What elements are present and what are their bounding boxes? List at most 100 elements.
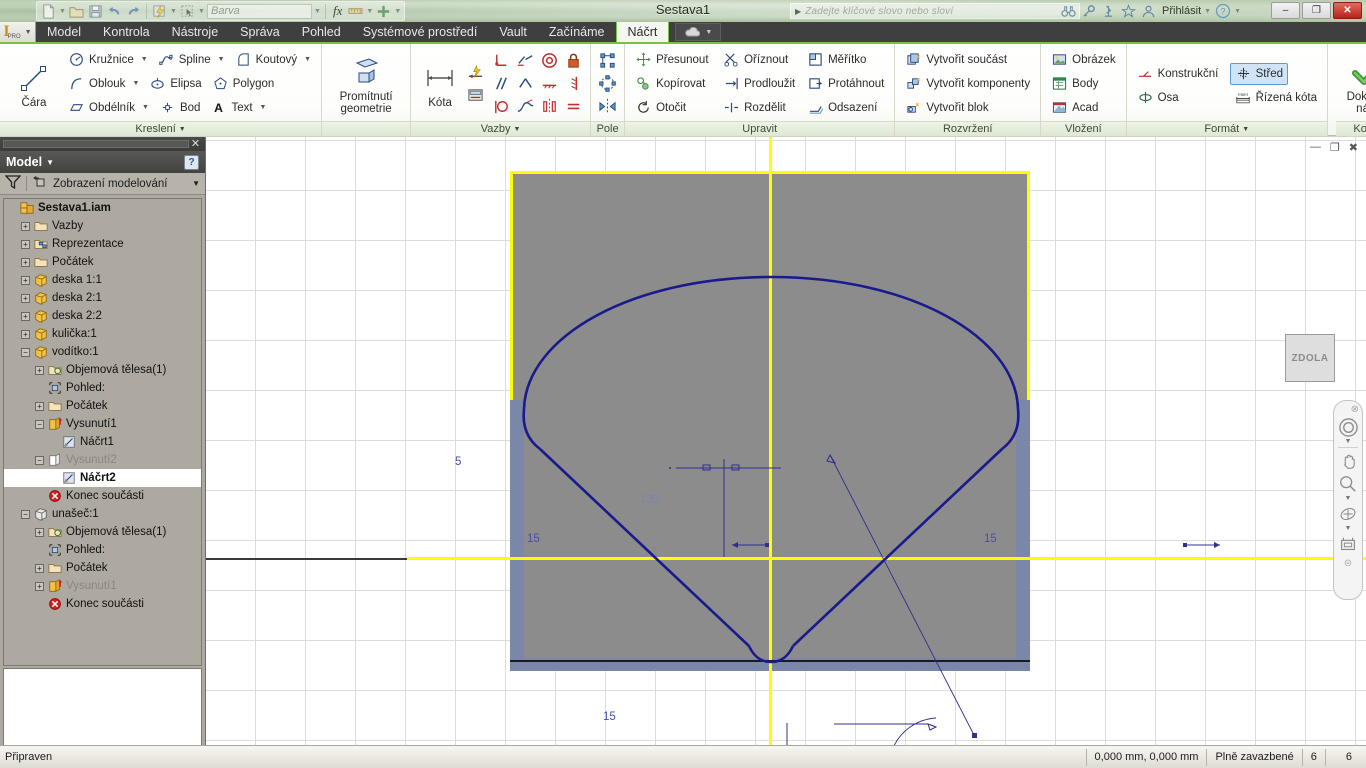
menu-item-spr-va[interactable]: Správa bbox=[229, 22, 291, 42]
look-at-icon[interactable] bbox=[1336, 533, 1360, 555]
stretch-tool-button[interactable]: Protáhnout bbox=[802, 73, 889, 95]
search-expand-icon[interactable]: ▶ bbox=[791, 7, 805, 16]
browser-help-icon[interactable]: ? bbox=[184, 154, 199, 170]
tree-expander[interactable]: + bbox=[21, 239, 30, 249]
split-tool-button[interactable]: Rozdělit bbox=[718, 97, 802, 119]
minimize-button[interactable]: – bbox=[1271, 2, 1300, 19]
account-caret-icon[interactable]: ▼ bbox=[1204, 3, 1211, 20]
user-icon[interactable] bbox=[1140, 3, 1157, 20]
menu-item-kontrola[interactable]: Kontrola bbox=[92, 22, 161, 42]
redo-icon[interactable] bbox=[125, 3, 142, 20]
menu-item-n-rt[interactable]: Náčrt bbox=[615, 22, 670, 42]
tree-item-objemov-t-lesa-1-[interactable]: + Objemová tělesa(1) bbox=[4, 523, 201, 541]
dimension-15-right[interactable]: 15 bbox=[984, 533, 997, 545]
browser-close-icon[interactable]: ✕ bbox=[189, 138, 202, 150]
project-geometry-button[interactable]: Promítnutí geometrie bbox=[327, 48, 405, 120]
extend-tool-button[interactable]: Prodloužit bbox=[718, 73, 802, 95]
tree-expander[interactable]: + bbox=[35, 581, 44, 591]
account-cluster[interactable]: Přihlásit ▼ ? ▼ bbox=[1060, 2, 1241, 20]
update-icon[interactable] bbox=[151, 3, 168, 20]
vertical-icon[interactable] bbox=[562, 73, 585, 95]
tree-item-konec-sou-sti[interactable]: Konec součásti bbox=[4, 487, 201, 505]
quick-access-toolbar[interactable]: ▼ ▼ ▼ Barva ▼ fx ▼ ▼ bbox=[36, 1, 406, 21]
tree-expander[interactable]: + bbox=[35, 563, 44, 573]
tree-item-pohled-[interactable]: Pohled: bbox=[4, 541, 201, 559]
navbar-options-icon[interactable]: ⊜ bbox=[1344, 558, 1352, 569]
tree-item-vysunut-2[interactable]: − Vysunutí2 bbox=[4, 451, 201, 469]
tree-expander[interactable]: − bbox=[35, 455, 44, 465]
driven-dimension-button[interactable]: HxH Řízená kóta bbox=[1230, 87, 1322, 109]
tree-item-kuli-ka-1[interactable]: + kulička:1 bbox=[4, 325, 201, 343]
modeling-view-icon[interactable] bbox=[32, 175, 48, 192]
feedback-icon[interactable] bbox=[1100, 3, 1117, 20]
tree-item-n-rt2[interactable]: Náčrt2 bbox=[4, 469, 201, 487]
steering-wheel-icon[interactable] bbox=[1336, 416, 1360, 438]
point-tool-button[interactable]: Bod bbox=[154, 97, 205, 119]
tree-expander[interactable]: + bbox=[21, 221, 30, 231]
equal-icon[interactable] bbox=[562, 96, 585, 118]
open-icon[interactable] bbox=[68, 3, 85, 20]
tree-item-una-e-1[interactable]: − unašeč:1 bbox=[4, 505, 201, 523]
tree-item-po-tek[interactable]: + Počátek bbox=[4, 397, 201, 415]
horizontal-icon[interactable] bbox=[538, 73, 561, 95]
tree-item-deska-2-2[interactable]: + deska 2:2 bbox=[4, 307, 201, 325]
circle-caret-icon[interactable]: ▼ bbox=[141, 56, 148, 63]
navbar-close-icon[interactable]: ⊗ bbox=[1351, 404, 1359, 415]
binoculars-icon[interactable] bbox=[1060, 3, 1077, 20]
tree-item-deska-1-1[interactable]: + deska 1:1 bbox=[4, 271, 201, 289]
auto-dimension-icon[interactable] bbox=[464, 61, 487, 83]
dimension-button[interactable]: Kóta bbox=[416, 48, 464, 120]
points-button[interactable]: Body bbox=[1046, 73, 1103, 95]
doc-minimize-icon[interactable]: — bbox=[1310, 141, 1321, 154]
application-menu-button[interactable]: I PRO ▼ bbox=[0, 22, 36, 42]
tree-expander[interactable]: + bbox=[21, 257, 30, 267]
tree-item-deska-2-1[interactable]: + deska 2:1 bbox=[4, 289, 201, 307]
panel-caption-vazby[interactable]: Vazby ▼ bbox=[411, 121, 591, 136]
tree-expander[interactable]: + bbox=[21, 329, 30, 339]
zoom-caret-icon[interactable]: ▼ bbox=[1345, 495, 1352, 502]
update-caret-icon[interactable]: ▼ bbox=[170, 3, 177, 20]
tree-item-reprezentace[interactable]: + Reprezentace bbox=[4, 235, 201, 253]
steering-wheel-caret-icon[interactable]: ▼ bbox=[1345, 438, 1352, 445]
dimension-15-angle[interactable]: 15 bbox=[603, 711, 616, 723]
doc-close-icon[interactable]: ✖ bbox=[1349, 141, 1358, 154]
fillet-caret-icon[interactable]: ▼ bbox=[304, 56, 311, 63]
sketch-right-tip-arc[interactable] bbox=[1001, 408, 1020, 451]
new-caret-icon[interactable]: ▼ bbox=[59, 3, 66, 20]
fix-icon[interactable] bbox=[562, 50, 585, 72]
rectangle-tool-button[interactable]: Obdélník ▼ bbox=[63, 97, 154, 119]
coincident-icon[interactable] bbox=[490, 50, 513, 72]
tree-expander[interactable]: − bbox=[21, 347, 30, 357]
tree-item-objemov-t-lesa-1-[interactable]: + Objemová tělesa(1) bbox=[4, 361, 201, 379]
panel-caption-kresleni[interactable]: Kreslení ▼ bbox=[0, 121, 322, 136]
sign-in-label[interactable]: Přihlásit bbox=[1162, 5, 1201, 17]
save-icon[interactable] bbox=[87, 3, 104, 20]
tangent-icon[interactable] bbox=[490, 96, 513, 118]
key-icon[interactable] bbox=[1080, 3, 1097, 20]
tree-item-po-tek[interactable]: + Počátek bbox=[4, 253, 201, 271]
menu-item-n-stroje[interactable]: Nástroje bbox=[161, 22, 230, 42]
dim15-left-handle[interactable] bbox=[765, 543, 769, 547]
move-tool-button[interactable]: Přesunout bbox=[630, 49, 718, 71]
tree-item-vazby[interactable]: + Vazby bbox=[4, 217, 201, 235]
dimension-15-left[interactable]: 15 bbox=[527, 533, 540, 545]
mirror-icon[interactable] bbox=[596, 96, 619, 118]
orbit-caret-icon[interactable]: ▼ bbox=[1345, 525, 1352, 532]
qat-overflow-caret-icon[interactable]: ▼ bbox=[394, 3, 401, 20]
line-tool-button[interactable]: Čára bbox=[5, 48, 63, 120]
rotate-tool-button[interactable]: Otočit bbox=[630, 97, 718, 119]
circle-tool-button[interactable]: Kružnice ▼ bbox=[63, 49, 153, 71]
favorites-star-icon[interactable] bbox=[1120, 3, 1137, 20]
undo-icon[interactable] bbox=[106, 3, 123, 20]
tree-item-konec-sou-sti[interactable]: Konec součásti bbox=[4, 595, 201, 613]
sketch-bottom-fillet[interactable] bbox=[747, 645, 795, 664]
trim-tool-button[interactable]: Oříznout bbox=[718, 49, 802, 71]
color-caret-icon[interactable]: ▼ bbox=[314, 3, 321, 20]
measure-icon[interactable] bbox=[347, 3, 364, 20]
add-icon[interactable] bbox=[375, 3, 392, 20]
graphics-canvas[interactable]: 5 15 15 130 15 5 — ❐ ✖ ZDOLA ⊗ ▼ ▼ bbox=[206, 137, 1366, 745]
concentric-icon[interactable] bbox=[538, 50, 561, 72]
text-tool-button[interactable]: A Text ▼ bbox=[205, 97, 271, 119]
axis-button[interactable]: Osa bbox=[1132, 87, 1230, 109]
browser-drag-bar[interactable] bbox=[3, 140, 189, 148]
